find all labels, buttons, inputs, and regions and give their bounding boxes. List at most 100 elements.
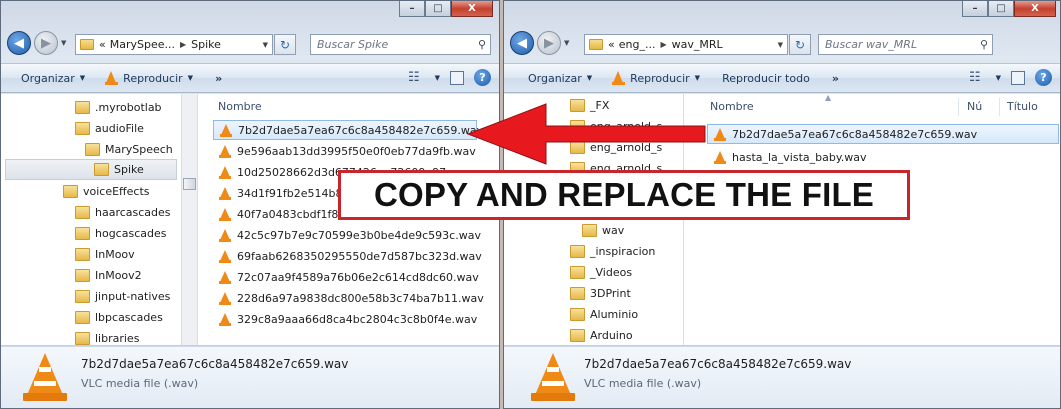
tree-item[interactable]: eng_arnold_s xyxy=(570,116,662,137)
folder-icon xyxy=(582,224,597,237)
tree-item[interactable]: Aluminio xyxy=(570,304,638,325)
vlc-cone-icon xyxy=(220,123,232,137)
breadcrumb-current[interactable]: wav_MRL xyxy=(672,38,723,51)
file-row[interactable]: 9e596aab13dd3995f50e0f0eb77da9fb.wav xyxy=(219,141,476,161)
forward-button[interactable]: ▶ xyxy=(537,31,561,55)
folder-icon xyxy=(75,290,90,303)
maximize-button[interactable]: □ xyxy=(425,1,451,17)
tree-item-label: 3DPrint xyxy=(590,287,631,300)
help-icon[interactable]: ? xyxy=(1035,69,1052,86)
column-header-number[interactable]: Nú xyxy=(967,100,982,113)
tree-item[interactable]: Arduino xyxy=(570,325,633,345)
tree-item[interactable]: wav xyxy=(582,220,624,241)
tree-item[interactable]: lbpcascades xyxy=(75,307,163,328)
file-row-selected[interactable]: 7b2d7dae5a7ea67c6c8a458482e7c659.wav xyxy=(707,124,1059,144)
file-name: 228d6a97a9838dc800e58b3c74ba7b11.wav xyxy=(237,291,484,305)
file-name: 7b2d7dae5a7ea67c6c8a458482e7c659.wav xyxy=(238,123,484,137)
navigation-scrollbar[interactable] xyxy=(181,94,197,345)
folder-icon xyxy=(589,39,603,50)
more-commands-button[interactable]: » xyxy=(201,72,230,85)
breadcrumb-parent[interactable]: MarySpee... xyxy=(110,38,175,51)
file-row[interactable]: 228d6a97a9838dc800e58b3c74ba7b11.wav xyxy=(219,288,484,308)
tree-item[interactable]: _inspiracion xyxy=(570,241,655,262)
change-view-icon[interactable]: ☷ xyxy=(969,70,981,85)
close-button[interactable]: X xyxy=(1014,1,1056,17)
minimize-button[interactable]: – xyxy=(962,1,988,17)
organize-menu[interactable]: Organizar ▼ xyxy=(504,72,600,85)
tree-item-label: _Videos xyxy=(590,266,633,279)
file-row[interactable]: 42c5c97b7e9c70599e3b0be4de9c593c.wav xyxy=(219,225,481,245)
file-row[interactable]: hasta_la_vista_baby.wav xyxy=(714,147,867,167)
tree-item[interactable]: jinput-natives xyxy=(75,286,170,307)
tree-item[interactable]: haarcascades xyxy=(75,202,171,223)
file-row[interactable]: 72c07aa9f4589a76b06e2c614cd8dc60.wav xyxy=(219,267,479,287)
file-row[interactable]: 329c8a9aaa66d8ca4bc2804c3c8b0f4e.wav xyxy=(219,309,477,329)
vlc-cone-icon xyxy=(612,71,626,85)
file-name: 40f7a0483cbdf1f80 xyxy=(237,207,346,221)
address-bar[interactable]: « MarySpee... ▶ Spike ▼ xyxy=(75,34,273,55)
chevron-down-icon[interactable]: ▼ xyxy=(996,74,1001,82)
vlc-cone-icon xyxy=(219,312,231,326)
preview-pane-icon[interactable] xyxy=(450,70,464,85)
address-dropdown-icon[interactable]: ▼ xyxy=(263,41,268,49)
refresh-button[interactable]: ↻ xyxy=(274,34,296,55)
tree-item[interactable]: InMoov2 xyxy=(75,265,142,286)
forward-button[interactable]: ▶ xyxy=(34,31,58,55)
play-all-button[interactable]: Reproducir todo xyxy=(708,72,818,85)
column-divider[interactable] xyxy=(958,98,959,116)
tree-item[interactable]: audioFile xyxy=(75,118,144,139)
column-header-name[interactable]: Nombre xyxy=(710,100,754,113)
tree-item[interactable]: hogcascades xyxy=(75,223,166,244)
search-icon[interactable]: ⚲ xyxy=(980,38,988,51)
breadcrumb-separator-icon[interactable]: ▶ xyxy=(180,40,186,49)
close-button[interactable]: X xyxy=(451,1,493,17)
change-view-icon[interactable]: ☷ xyxy=(408,70,420,85)
file-row[interactable]: 69faab6268350295550de7d587bc323d.wav xyxy=(219,246,482,266)
tree-item[interactable]: voiceEffects xyxy=(63,181,150,202)
breadcrumb-overflow[interactable]: « xyxy=(99,38,106,51)
file-row[interactable]: 40f7a0483cbdf1f80 xyxy=(219,204,345,224)
file-row[interactable]: 34d1f91fb2e514b85 xyxy=(219,183,349,203)
vlc-cone-icon xyxy=(219,207,231,221)
search-input[interactable]: Buscar Spike ⚲ xyxy=(310,34,491,55)
search-input[interactable]: Buscar wav_MRL ⚲ xyxy=(818,34,993,55)
tree-item[interactable]: libraries xyxy=(75,328,139,345)
column-header-title[interactable]: Título xyxy=(1007,100,1038,113)
column-header-name[interactable]: Nombre xyxy=(218,100,262,113)
tree-item[interactable]: 3DPrint xyxy=(570,283,631,304)
details-file-type: VLC media file (.wav) xyxy=(81,377,199,390)
refresh-button[interactable]: ↻ xyxy=(789,34,811,55)
scrollbar-thumb[interactable] xyxy=(183,178,196,190)
tree-item[interactable]: InMoov xyxy=(75,244,135,265)
breadcrumb-current[interactable]: Spike xyxy=(191,38,221,51)
folder-icon xyxy=(80,39,94,50)
breadcrumb-separator-icon[interactable]: ▶ xyxy=(660,40,666,49)
tree-item[interactable]: _Videos xyxy=(570,262,632,283)
tree-item[interactable]: MarySpeech xyxy=(85,139,173,160)
tree-item[interactable]: _FX xyxy=(570,95,609,116)
vlc-cone-icon xyxy=(219,270,231,284)
address-dropdown-icon[interactable]: ▼ xyxy=(778,41,783,49)
preview-pane-icon[interactable] xyxy=(1011,70,1025,85)
column-divider[interactable] xyxy=(999,98,1000,116)
search-icon[interactable]: ⚲ xyxy=(478,38,486,51)
recent-pages-dropdown[interactable]: ▼ xyxy=(61,39,66,47)
tree-item[interactable]: eng_arnold_s xyxy=(570,137,662,158)
play-button[interactable]: Reproducir ▼ xyxy=(93,71,201,85)
file-row-selected[interactable]: 7b2d7dae5a7ea67c6c8a458482e7c659.wav xyxy=(213,120,483,140)
back-button[interactable]: ◀ xyxy=(510,31,534,55)
play-button[interactable]: Reproducir ▼ xyxy=(600,71,708,85)
breadcrumb-parent[interactable]: eng_... xyxy=(619,38,656,51)
help-icon[interactable]: ? xyxy=(474,69,491,86)
breadcrumb-overflow[interactable]: « xyxy=(608,38,615,51)
organize-menu[interactable]: Organizar ▼ xyxy=(1,72,93,85)
minimize-button[interactable]: – xyxy=(399,1,425,17)
more-commands-button[interactable]: » xyxy=(818,72,847,85)
address-bar[interactable]: « eng_... ▶ wav_MRL ▼ xyxy=(584,34,788,55)
back-button[interactable]: ◀ xyxy=(7,31,31,55)
maximize-button[interactable]: □ xyxy=(988,1,1014,17)
tree-item[interactable]: .myrobotlab xyxy=(75,97,162,118)
chevron-down-icon[interactable]: ▼ xyxy=(435,74,440,82)
recent-pages-dropdown[interactable]: ▼ xyxy=(564,39,569,47)
tree-item-selected[interactable]: Spike xyxy=(5,159,177,180)
